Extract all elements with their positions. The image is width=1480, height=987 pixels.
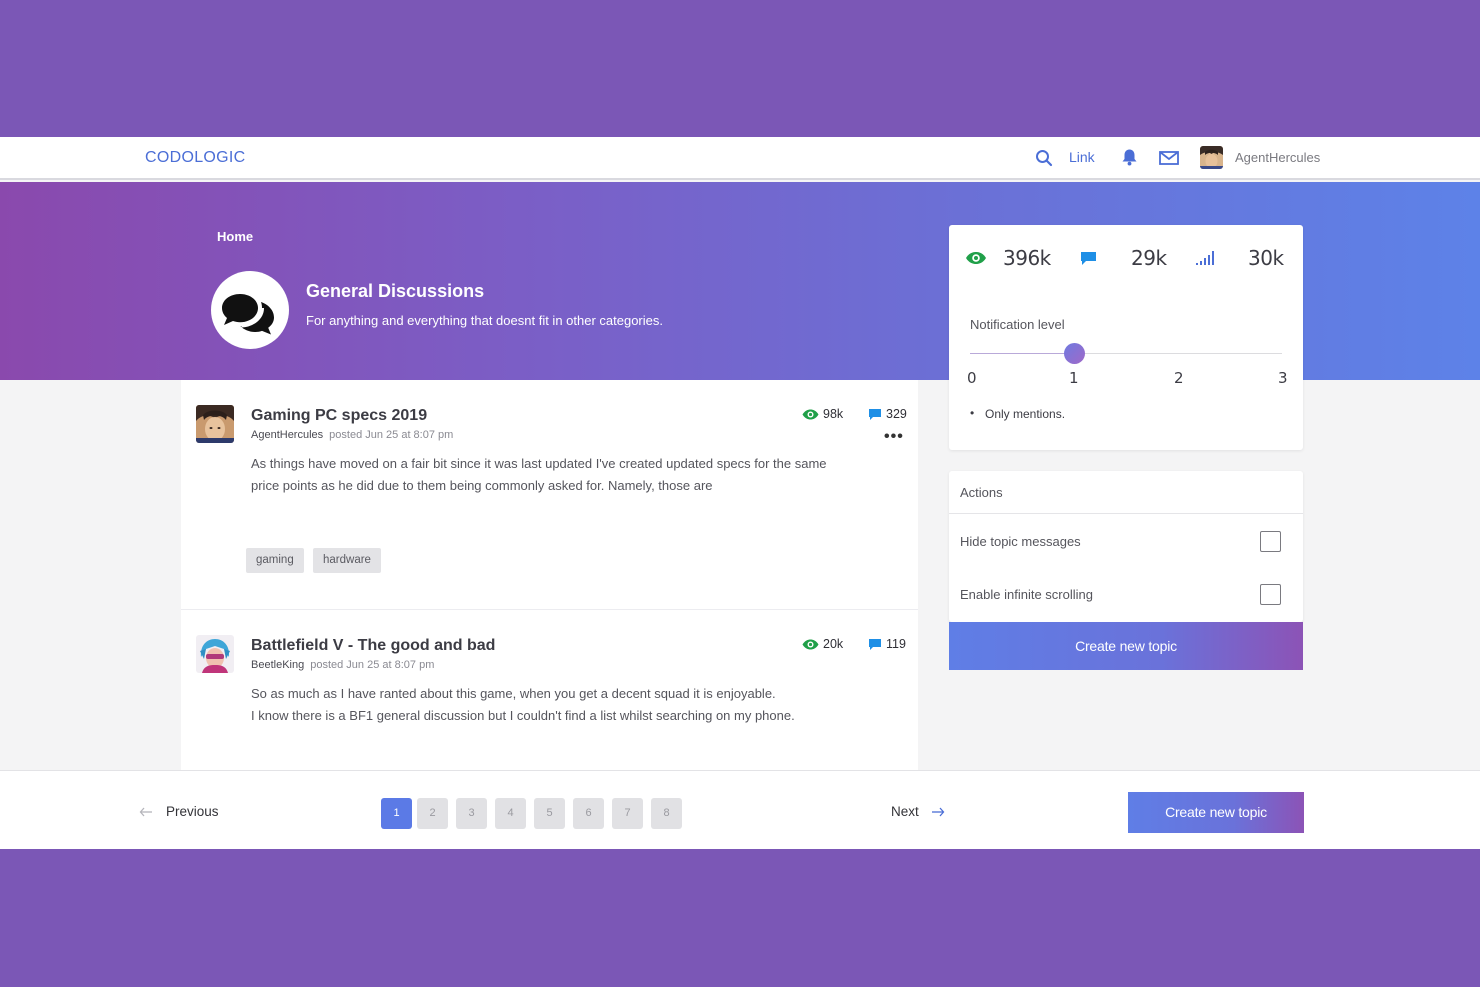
topic-posted-time: posted Jun 25 at 8:07 pm [310, 659, 435, 671]
action-hide-topic-messages[interactable]: Hide topic messages [949, 522, 1303, 562]
topic-more-button[interactable]: ••• [884, 428, 904, 446]
action-label: Enable infinite scrolling [960, 587, 1093, 602]
topic-author-avatar[interactable] [196, 635, 234, 673]
slider-tick[interactable]: 3 [1278, 369, 1288, 387]
category-stats-card: 396k 29k 30k Notification level 0 1 2 3 … [949, 225, 1303, 450]
topic-replies-count: 119 [886, 637, 906, 651]
slider-tick[interactable]: 2 [1174, 369, 1184, 387]
page-button-7[interactable]: 7 [612, 798, 643, 829]
category-title: General Discussions [306, 281, 485, 301]
stat-activity: 30k [1195, 246, 1284, 270]
topic-replies-count: 329 [886, 407, 907, 421]
top-navbar: CODOLOGIC Link AgentHercules [0, 137, 1480, 180]
tag-hardware[interactable]: hardware [313, 548, 381, 573]
pagination-bar: Previous 1 2 3 4 5 6 7 8 Next Create new… [0, 770, 1480, 849]
topic-author[interactable]: BeetleKing [251, 659, 304, 671]
stat-replies: 29k [1080, 246, 1167, 270]
signal-bars-icon [1196, 251, 1214, 265]
topic-views: 20k [802, 637, 843, 651]
slider-ticks: 0 1 2 3 [962, 369, 1292, 389]
topic-meta: BeetleKing posted Jun 25 at 8:07 pm [251, 659, 434, 671]
next-page-button[interactable]: Next [891, 804, 945, 819]
arrow-right-icon [931, 807, 945, 816]
stat-activity-count: 30k [1248, 246, 1284, 270]
forum-page: CODOLOGIC Link AgentHercules Home Genera… [0, 137, 1480, 849]
eye-icon [802, 639, 819, 649]
notification-level-description: Only mentions. [970, 406, 1065, 421]
nav-username[interactable]: AgentHercules [1235, 150, 1320, 165]
actions-header: Actions [949, 471, 1303, 514]
actions-card: Actions Hide topic messages Enable infin… [949, 471, 1303, 622]
topic-excerpt-line: As things have moved on a fair bit since… [251, 456, 827, 471]
page-button-2[interactable]: 2 [417, 798, 448, 829]
page-button-5[interactable]: 5 [534, 798, 565, 829]
topic-author-avatar[interactable] [196, 405, 234, 443]
category-description: For anything and everything that doesnt … [306, 313, 663, 328]
notification-level-slider[interactable] [970, 343, 1282, 364]
speech-bubbles-icon [222, 294, 274, 335]
topic-posted-time: posted Jun 25 at 8:07 pm [329, 429, 454, 441]
topic-excerpt-line: So as much as I have ranted about this g… [251, 686, 776, 701]
topic-meta: AgentHercules posted Jun 25 at 8:07 pm [251, 429, 453, 441]
eye-icon [966, 252, 986, 264]
stat-replies-count: 29k [1131, 246, 1167, 270]
slider-thumb[interactable] [1064, 343, 1085, 364]
previous-page-button[interactable]: Previous [139, 804, 219, 819]
category-icon-circle [211, 271, 289, 349]
previous-label: Previous [166, 804, 219, 819]
topic-excerpt-line: I know there is a BF1 general discussion… [251, 708, 795, 723]
slider-fill [970, 353, 1074, 354]
page-button-1[interactable]: 1 [381, 798, 412, 829]
hide-topic-messages-checkbox[interactable] [1260, 531, 1281, 552]
topic-title[interactable]: Gaming PC specs 2019 [251, 407, 427, 425]
bell-icon[interactable] [1121, 148, 1138, 166]
topic-excerpt: So as much as I have ranted about this g… [251, 683, 861, 727]
slider-tick[interactable]: 0 [967, 369, 977, 387]
comment-icon [869, 638, 881, 650]
stat-views-count: 396k [1003, 246, 1051, 270]
topic-divider [181, 609, 918, 610]
topic-replies: 119 [868, 637, 906, 651]
stat-views: 396k [965, 246, 1051, 270]
topic-author[interactable]: AgentHercules [251, 429, 323, 441]
topic-replies: 329 [868, 407, 907, 421]
page-button-4[interactable]: 4 [495, 798, 526, 829]
search-icon[interactable] [1035, 149, 1053, 167]
topic-excerpt-line: price points as he did due to them being… [251, 478, 713, 493]
topic-views-count: 20k [823, 637, 844, 651]
mail-icon[interactable] [1159, 151, 1179, 165]
action-label: Hide topic messages [960, 534, 1081, 549]
comment-icon [869, 408, 881, 420]
infinite-scrolling-checkbox[interactable] [1260, 584, 1281, 605]
comment-icon [1081, 251, 1096, 265]
create-topic-button-footer[interactable]: Create new topic [1128, 792, 1304, 833]
eye-icon [802, 409, 819, 419]
brand-logo[interactable]: CODOLOGIC [145, 149, 246, 167]
topic-views: 98k [802, 407, 843, 421]
topic-title[interactable]: Battlefield V - The good and bad [251, 637, 495, 655]
notification-level-label: Notification level [970, 317, 1065, 332]
next-label: Next [891, 804, 919, 819]
breadcrumb-home[interactable]: Home [217, 229, 253, 244]
action-enable-infinite-scrolling[interactable]: Enable infinite scrolling [949, 575, 1303, 615]
topic-list: Gaming PC specs 2019 AgentHercules posted… [181, 380, 918, 770]
user-avatar[interactable] [1200, 146, 1223, 169]
slider-tick[interactable]: 1 [1069, 369, 1079, 387]
nav-link[interactable]: Link [1069, 149, 1095, 165]
actions-title: Actions [960, 485, 1003, 500]
arrow-left-icon [139, 807, 152, 816]
topic-excerpt: As things have moved on a fair bit since… [251, 453, 861, 497]
page-button-6[interactable]: 6 [573, 798, 604, 829]
tag-gaming[interactable]: gaming [246, 548, 304, 573]
create-topic-button[interactable]: Create new topic [949, 622, 1303, 670]
page-button-3[interactable]: 3 [456, 798, 487, 829]
page-button-8[interactable]: 8 [651, 798, 682, 829]
topic-views-count: 98k [823, 407, 844, 421]
